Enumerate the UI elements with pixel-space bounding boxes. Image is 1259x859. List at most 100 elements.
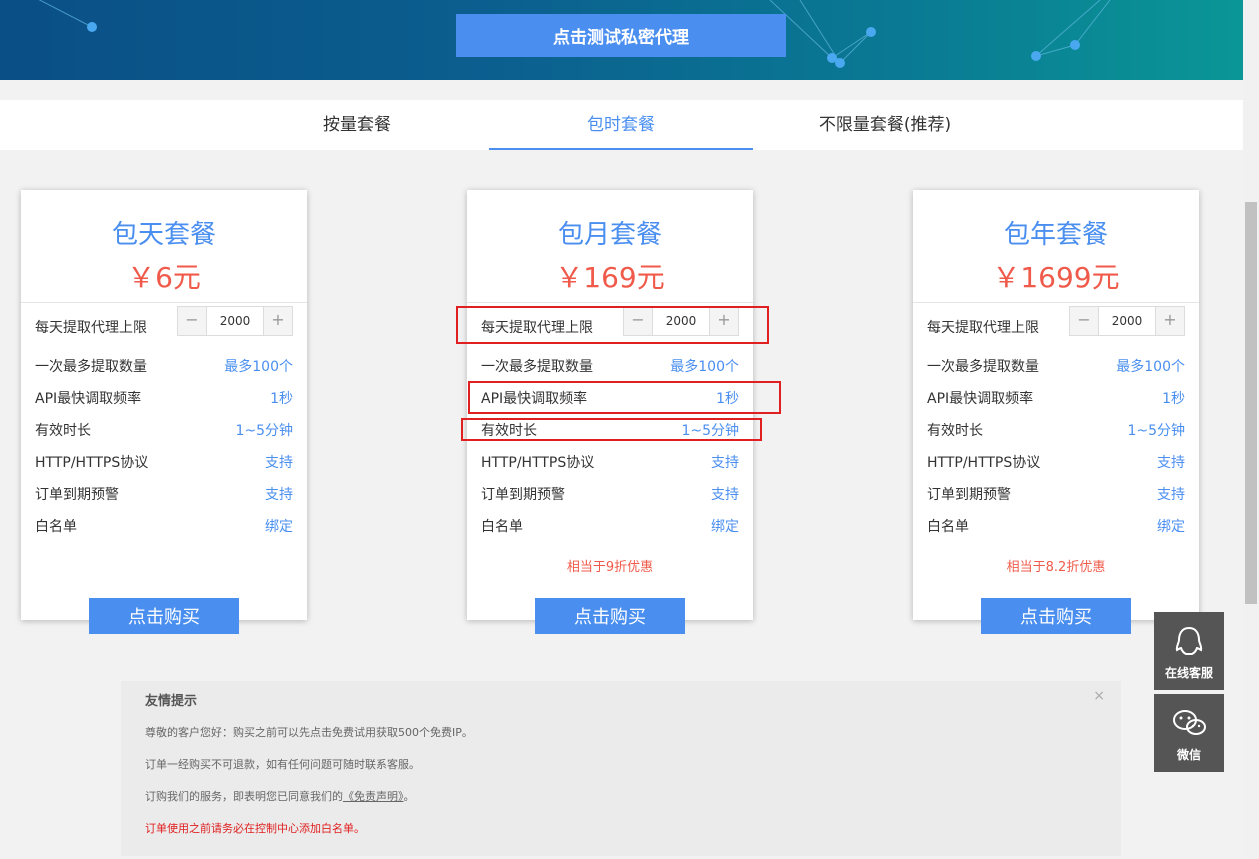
scrollbar[interactable] <box>1243 0 1259 859</box>
feature-label: HTTP/HTTPS协议 <box>481 455 595 471</box>
highlight-box-daily-limit <box>456 306 769 344</box>
feature-row: HTTP/HTTPS协议 支持 <box>35 452 293 472</box>
notice-text: 。 <box>403 790 415 803</box>
plan-price: ￥1699元 <box>992 261 1120 294</box>
feature-label: 一次最多提取数量 <box>35 359 147 375</box>
plan-price: ￥169元 <box>555 261 665 294</box>
tab-unlimited[interactable]: 不限量套餐(推荐) <box>790 100 980 150</box>
row-label: 每天提取代理上限 <box>35 320 147 336</box>
feature-value: 最多100个 <box>1116 359 1185 375</box>
feature-label: HTTP/HTTPS协议 <box>35 455 149 471</box>
notice-whitelist-warning: 订单使用之前请务必在控制中心添加白名单。 <box>145 822 365 835</box>
feature-value: 支持 <box>711 455 739 471</box>
disclaimer-link[interactable]: 《免责声明》 <box>343 790 404 803</box>
feature-row: 订单到期预警 支持 <box>35 484 293 504</box>
feature-value: 支持 <box>711 487 739 503</box>
feature-label: 白名单 <box>481 519 523 535</box>
plan-title: 包月套餐 <box>557 220 662 250</box>
plan-card-daily: 包天套餐 ￥6元 每天提取代理上限 − 2000 + 一次最多提取数量 最多100… <box>21 190 307 634</box>
quantity-stepper: − 2000 + <box>1069 306 1185 336</box>
notice-title: 友情提示 <box>145 694 198 709</box>
feature-value: 支持 <box>1157 455 1185 471</box>
feature-value: 支持 <box>265 487 293 503</box>
highlight-box-api-frequency <box>468 381 781 414</box>
increment-button[interactable]: + <box>264 307 292 335</box>
friendly-notice: 友情提示 × 尊敬的客户您好：购买之前可以先点击免费试用获取500个免费IP。 … <box>121 681 1121 856</box>
feature-row: 白名单 绑定 <box>927 516 1185 536</box>
discount-note: 相当于9折优惠 <box>566 560 654 575</box>
wechat-label: 微信 <box>1176 748 1201 762</box>
quantity-stepper: − 2000 + <box>177 306 293 336</box>
discount-note: 相当于8.2折优惠 <box>1006 560 1106 575</box>
row-daily-limit: 每天提取代理上限 − 2000 + <box>35 306 293 337</box>
decrement-button[interactable]: − <box>1070 307 1098 335</box>
feature-row: 一次最多提取数量 最多100个 <box>35 356 293 376</box>
feature-value: 绑定 <box>1157 519 1185 535</box>
feature-value: 1秒 <box>270 391 293 407</box>
plan-price: ￥6元 <box>127 261 201 294</box>
feature-value: 最多100个 <box>224 359 293 375</box>
notice-line: 订单一经购买不可退款，如有任何问题可随时联系客服。 <box>145 758 420 771</box>
quantity-input[interactable]: 2000 <box>1098 307 1156 335</box>
feature-label: API最快调取频率 <box>927 391 1034 407</box>
feature-row: HTTP/HTTPS协议 支持 <box>481 452 739 472</box>
notice-line: 尊敬的客户您好：购买之前可以先点击免费试用获取500个免费IP。 <box>145 726 473 739</box>
close-icon[interactable]: × <box>1093 688 1105 704</box>
feature-value: 支持 <box>1157 487 1185 503</box>
feature-label: 订单到期预警 <box>927 487 1011 503</box>
feature-row: 一次最多提取数量 最多100个 <box>481 356 739 376</box>
online-service-label: 在线客服 <box>1164 666 1213 680</box>
feature-row: 订单到期预警 支持 <box>481 484 739 504</box>
feature-value: 1~5分钟 <box>1127 423 1185 439</box>
feature-value: 绑定 <box>711 519 739 535</box>
feature-label: 白名单 <box>927 519 969 535</box>
feature-row: 有效时长 1~5分钟 <box>927 420 1185 440</box>
feature-label: HTTP/HTTPS协议 <box>927 455 1041 471</box>
buy-button[interactable]: 点击购买 <box>89 598 239 634</box>
feature-row: 有效时长 1~5分钟 <box>35 420 293 440</box>
feature-row: API最快调取频率 1秒 <box>35 388 293 408</box>
feature-value: 支持 <box>265 455 293 471</box>
feature-row: API最快调取频率 1秒 <box>927 388 1185 408</box>
feature-row: 订单到期预警 支持 <box>927 484 1185 504</box>
header-banner: 点击测试私密代理 <box>0 0 1243 80</box>
notice-text: 订购我们的服务，即表明您已同意我们的 <box>145 790 343 803</box>
feature-label: 有效时长 <box>35 423 91 439</box>
divider <box>21 302 307 303</box>
feature-label: 订单到期预警 <box>35 487 119 503</box>
feature-value: 1~5分钟 <box>235 423 293 439</box>
feature-label: API最快调取频率 <box>35 391 142 407</box>
buy-button[interactable]: 点击购买 <box>535 598 685 634</box>
feature-row: 一次最多提取数量 最多100个 <box>927 356 1185 376</box>
wechat-button[interactable]: 微信 <box>1154 694 1224 772</box>
scrollbar-thumb[interactable] <box>1245 202 1257 604</box>
feature-label: 有效时长 <box>927 423 983 439</box>
test-private-proxy-button[interactable]: 点击测试私密代理 <box>456 14 786 57</box>
tab-by-time[interactable]: 包时套餐 <box>489 100 753 150</box>
qq-icon <box>1175 626 1203 655</box>
feature-value: 绑定 <box>265 519 293 535</box>
feature-label: 一次最多提取数量 <box>481 359 593 375</box>
buy-button[interactable]: 点击购买 <box>981 598 1131 634</box>
tab-by-volume[interactable]: 按量套餐 <box>290 100 424 150</box>
divider <box>913 302 1199 303</box>
plan-title: 包天套餐 <box>111 220 216 250</box>
online-service-button[interactable]: 在线客服 <box>1154 612 1224 690</box>
row-daily-limit: 每天提取代理上限 − 2000 + <box>927 306 1185 337</box>
quantity-input[interactable]: 2000 <box>206 307 264 335</box>
row-label: 每天提取代理上限 <box>927 320 1039 336</box>
plan-card-yearly: 包年套餐 ￥1699元 每天提取代理上限 − 2000 + 一次最多提取数量 最多… <box>913 190 1199 634</box>
feature-row: 白名单 绑定 <box>35 516 293 536</box>
plan-tabs: 按量套餐 包时套餐 不限量套餐(推荐) <box>0 100 1243 150</box>
feature-row: 白名单 绑定 <box>481 516 739 536</box>
feature-label: 一次最多提取数量 <box>927 359 1039 375</box>
divider <box>467 302 753 303</box>
feature-label: 订单到期预警 <box>481 487 565 503</box>
feature-row: HTTP/HTTPS协议 支持 <box>927 452 1185 472</box>
wechat-icon <box>1173 710 1206 735</box>
feature-value: 最多100个 <box>670 359 739 375</box>
highlight-box-validity <box>461 418 762 441</box>
feature-label: 白名单 <box>35 519 77 535</box>
decrement-button[interactable]: − <box>178 307 206 335</box>
increment-button[interactable]: + <box>1156 307 1184 335</box>
